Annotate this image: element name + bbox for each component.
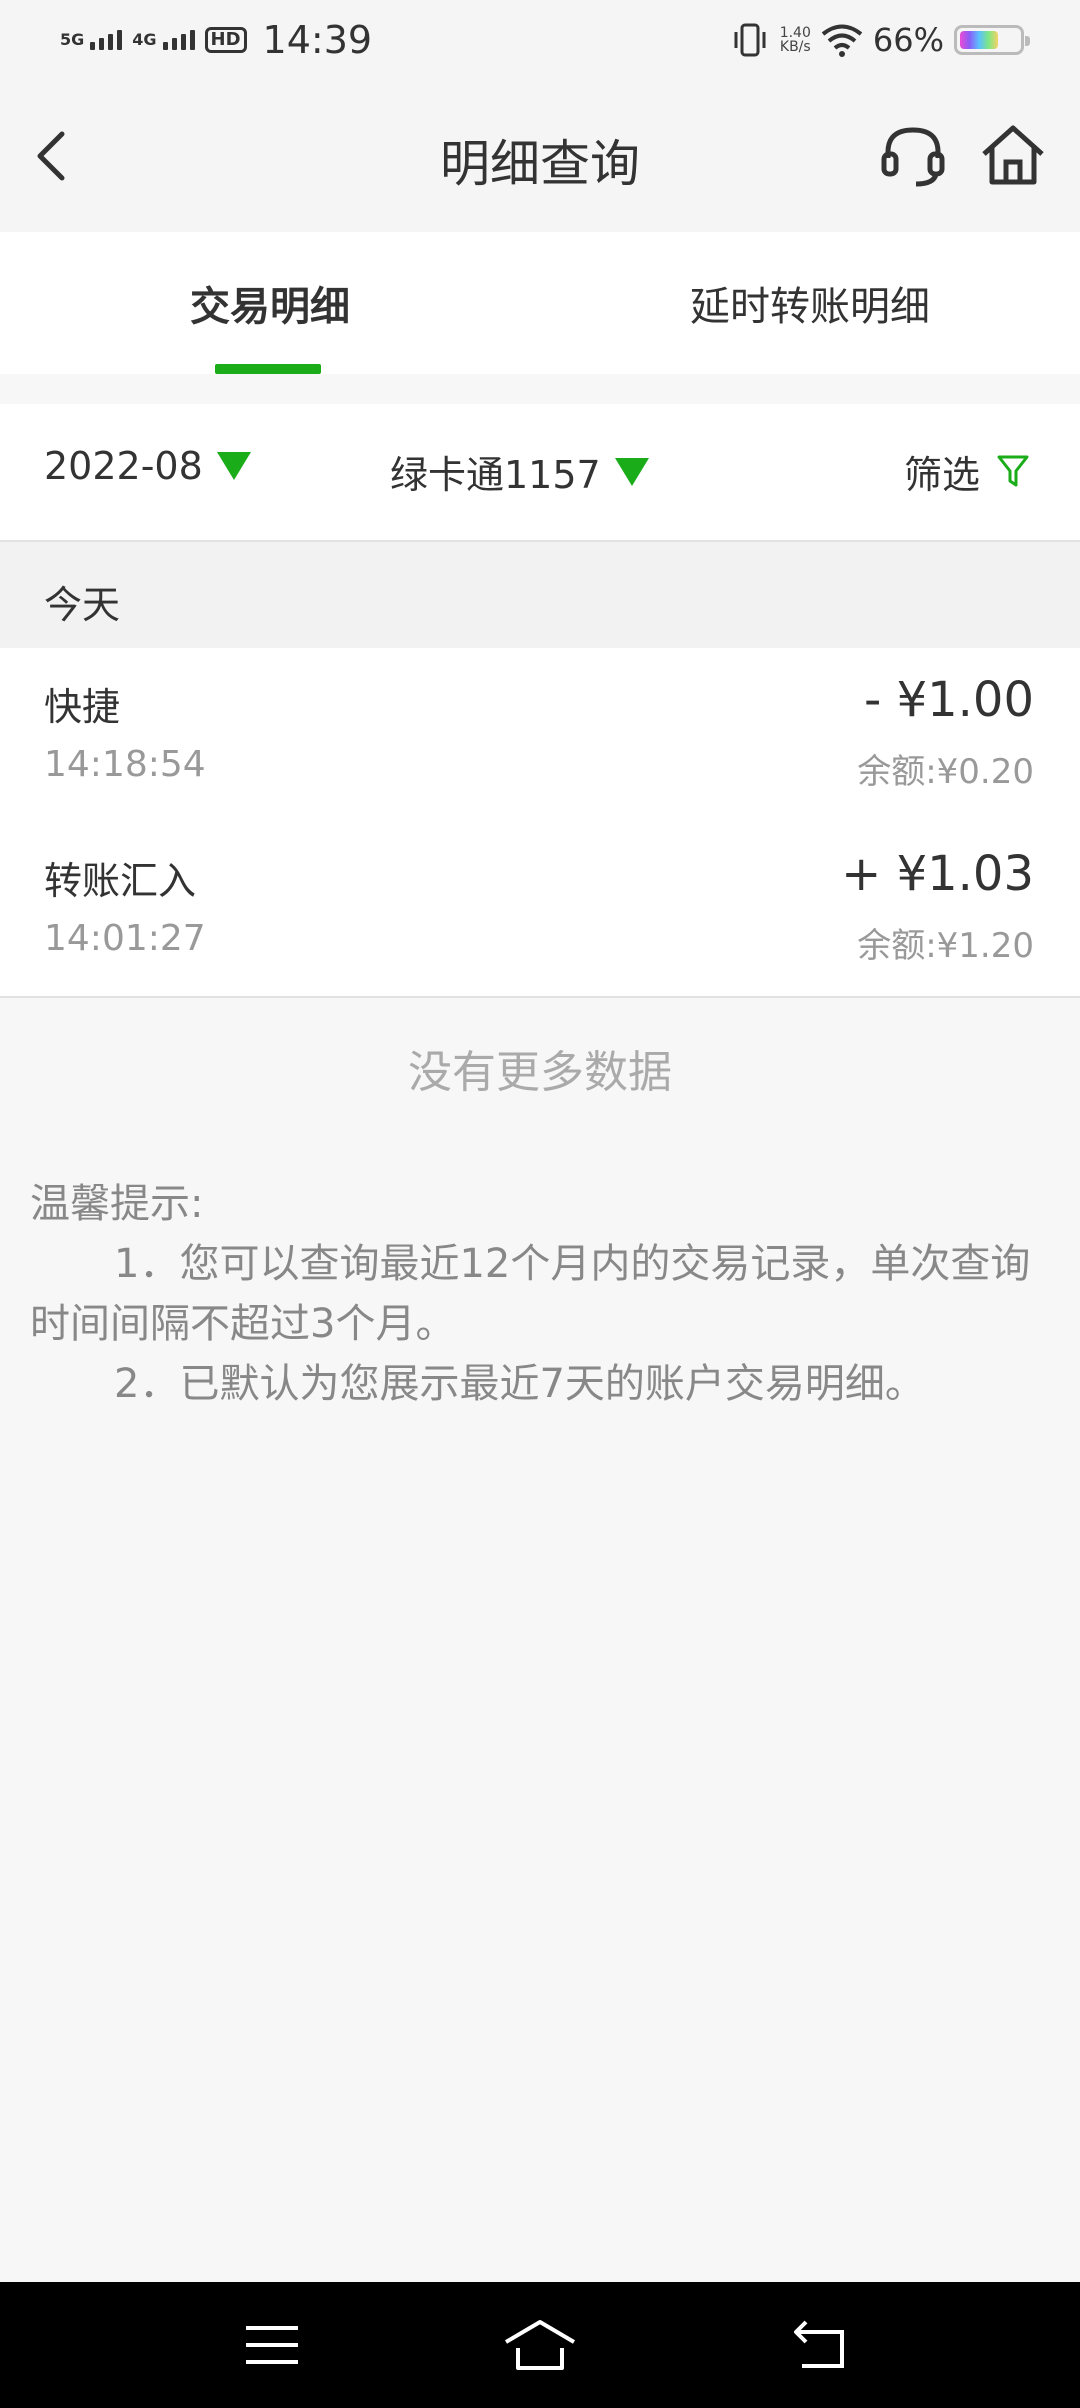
recent-apps-button[interactable] bbox=[232, 2312, 312, 2378]
day-label: 今天 bbox=[44, 583, 121, 627]
nav-back-button[interactable] bbox=[782, 2312, 862, 2378]
status-bar: 5G 4G HD 14:39 1.40 KB/s 66% bbox=[0, 0, 1080, 80]
active-tab-indicator bbox=[215, 364, 321, 374]
day-section-header: 今天 bbox=[0, 542, 1080, 648]
transaction-balance: 余额:¥1.20 bbox=[857, 926, 1034, 966]
tip-item: 2．已默认为您展示最近7天的账户交易明细。 bbox=[114, 1361, 925, 1407]
net-speed-unit: KB/s bbox=[779, 39, 811, 55]
header: 明细查询 bbox=[0, 80, 1080, 232]
customer-service-button[interactable] bbox=[878, 120, 948, 190]
wifi-icon bbox=[821, 24, 863, 57]
date-filter-dropdown[interactable]: 2022-08 bbox=[44, 444, 251, 488]
status-right: 1.40 KB/s 66% bbox=[730, 21, 1030, 59]
nav-home-button[interactable] bbox=[500, 2312, 580, 2378]
tab-transaction-details[interactable]: 交易明细 bbox=[110, 274, 430, 332]
menu-icon bbox=[246, 2326, 298, 2364]
system-nav-bar bbox=[0, 2282, 1080, 2408]
screen-filter-label: 筛选 bbox=[904, 453, 981, 497]
screen-filter-button[interactable]: 筛选 bbox=[904, 444, 1030, 499]
tip-item: 1．您可以查询最近12个月内的交易记录，单次查询时间间隔不超过3个月。 bbox=[30, 1241, 1031, 1347]
home-button[interactable] bbox=[978, 120, 1048, 190]
status-left: 5G 4G HD 14:39 bbox=[60, 18, 372, 62]
transaction-row[interactable]: 快捷 14:18:54 - ¥1.00 余额:¥0.20 bbox=[0, 648, 1080, 822]
filter-bar: 2022-08 绿卡通1157 筛选 bbox=[0, 404, 1080, 542]
home-icon bbox=[982, 125, 1044, 185]
transaction-name: 转账汇入 bbox=[44, 859, 197, 903]
transaction-amount: - ¥1.00 bbox=[864, 672, 1034, 728]
transaction-list: 快捷 14:18:54 - ¥1.00 余额:¥0.20 转账汇入 14:01:… bbox=[0, 648, 1080, 998]
sim2-label: 4G bbox=[132, 30, 157, 49]
transaction-time: 14:18:54 bbox=[44, 744, 206, 785]
status-time: 14:39 bbox=[262, 18, 373, 62]
battery-icon bbox=[954, 25, 1030, 55]
transaction-balance: 余额:¥0.20 bbox=[857, 752, 1034, 792]
signal-5g-icon: 5G bbox=[60, 30, 123, 50]
card-filter-label: 绿卡通1157 bbox=[390, 453, 601, 497]
no-more-data-label: 没有更多数据 bbox=[408, 1047, 672, 1098]
headset-icon bbox=[881, 127, 945, 187]
vibrate-icon bbox=[734, 23, 766, 57]
tips-title: 温馨提示: bbox=[30, 1181, 204, 1227]
caret-down-icon bbox=[614, 457, 649, 486]
hd-icon: HD bbox=[204, 27, 247, 53]
signal-4g-icon: 4G bbox=[132, 30, 195, 50]
tab-bar: 交易明细 延时转账明细 bbox=[0, 232, 1080, 374]
transaction-amount: + ¥1.03 bbox=[841, 846, 1034, 902]
transaction-time: 14:01:27 bbox=[44, 918, 206, 959]
battery-percent: 66% bbox=[872, 21, 944, 59]
filter-icon bbox=[997, 455, 1029, 486]
net-speed: 1.40 KB/s bbox=[780, 26, 811, 54]
net-speed-value: 1.40 bbox=[779, 25, 811, 41]
card-filter-dropdown[interactable]: 绿卡通1157 bbox=[390, 444, 649, 499]
transaction-name: 快捷 bbox=[44, 685, 121, 729]
tab-delayed-transfer-details[interactable]: 延时转账明细 bbox=[630, 274, 990, 332]
sim1-label: 5G bbox=[60, 30, 85, 49]
caret-down-icon bbox=[216, 452, 251, 480]
tips-section: 温馨提示: 1．您可以查询最近12个月内的交易记录，单次查询时间间隔不超过3个月… bbox=[30, 1174, 1060, 1414]
date-filter-label: 2022-08 bbox=[44, 444, 203, 488]
nav-back-icon bbox=[794, 2320, 844, 2368]
transaction-row[interactable]: 转账汇入 14:01:27 + ¥1.03 余额:¥1.20 bbox=[0, 822, 1080, 996]
nav-home-icon bbox=[504, 2320, 576, 2370]
